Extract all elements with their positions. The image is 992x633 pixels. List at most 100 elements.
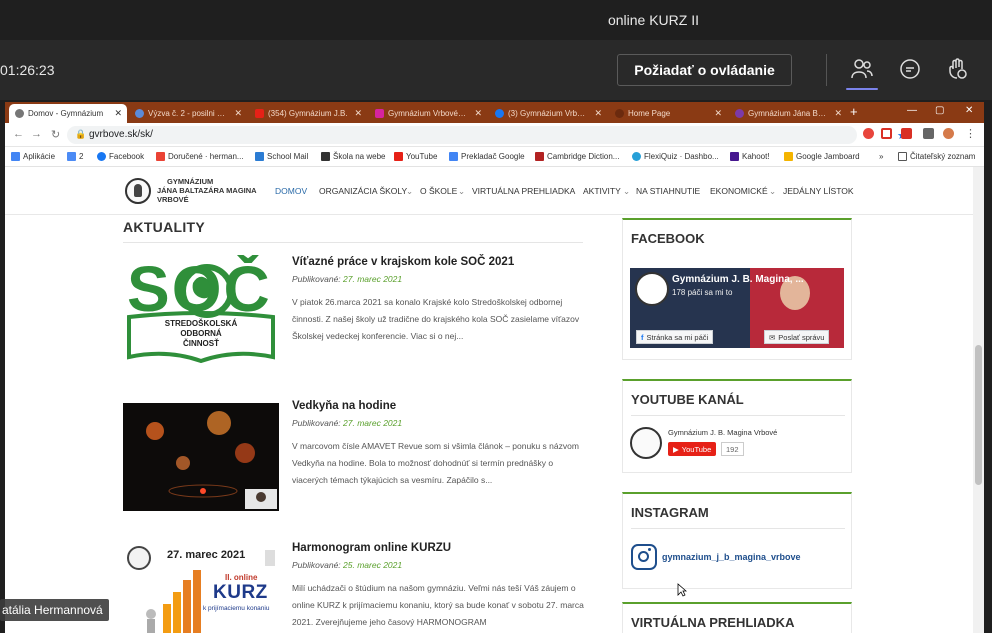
- post-title[interactable]: Víťazné práce v krajskom kole SOČ 2021: [292, 256, 514, 268]
- youtube-channel-name[interactable]: Gymnázium J. B. Magina Vrbové: [668, 428, 777, 437]
- puzzle-icon[interactable]: [923, 128, 934, 139]
- post-excerpt: Milí uchádzači o štúdium na našom gymnáz…: [292, 583, 584, 627]
- close-tab-icon[interactable]: ✕: [594, 108, 602, 119]
- post-title[interactable]: Harmonogram online KURZU: [292, 542, 451, 554]
- omnibox[interactable]: 🔒 gvrbove.sk/sk/ ★: [67, 126, 907, 144]
- post-excerpt: V marcovom čísle AMAVET Revue som si vši…: [292, 441, 579, 485]
- bookmark-icon: [67, 152, 76, 161]
- tab-2[interactable]: (354) Gymnázium J.B. ✕: [249, 104, 367, 123]
- fb-likes-count: 178 páči sa mi to: [672, 288, 733, 297]
- nav-jedalny-listok[interactable]: JEDÁLNY LÍSTOK: [783, 186, 854, 196]
- forward-icon[interactable]: →: [31, 128, 42, 140]
- bookmark-item[interactable]: Facebook: [97, 152, 144, 161]
- bookmark-item[interactable]: Škola na webe: [321, 152, 385, 161]
- translate-icon: [449, 152, 458, 161]
- bookmark-item[interactable]: 2: [67, 152, 83, 161]
- bookmark-item[interactable]: YouTube: [394, 152, 437, 161]
- bookmark-label: YouTube: [406, 152, 438, 161]
- avatar[interactable]: [943, 128, 954, 139]
- instagram-handle-link[interactable]: gymnazium_j_b_magina_vrbove: [662, 552, 801, 562]
- close-tab-icon[interactable]: ✕: [474, 108, 482, 119]
- published-label: Publikované:: [292, 274, 341, 284]
- close-window-icon[interactable]: ✕: [965, 105, 973, 116]
- bookmark-label: School Mail: [267, 152, 309, 161]
- school-logo-text[interactable]: GYMNÁZIUM JÁNA BALTAZÁRA MAGINA VRBOVÉ: [157, 177, 257, 204]
- meeting-timer: 01:26:23: [0, 62, 55, 78]
- close-tab-icon[interactable]: ✕: [714, 108, 722, 119]
- instagram-icon[interactable]: [631, 544, 657, 570]
- address-bar-row: ← → ↻ 🔒 gvrbove.sk/sk/ ★ ⋮: [5, 123, 984, 147]
- close-tab-icon[interactable]: ✕: [834, 108, 842, 119]
- nav-domov[interactable]: DOMOV: [275, 186, 307, 196]
- close-tab-icon[interactable]: ✕: [354, 108, 362, 119]
- school-logo-icon[interactable]: [125, 178, 151, 204]
- active-indicator: [846, 88, 878, 90]
- nav-aktivity[interactable]: AKTIVITY: [583, 186, 621, 196]
- instagram-widget: INSTAGRAM gymnazium_j_b_magina_vrbove: [622, 492, 852, 589]
- tab-6[interactable]: Gymnázium Jána Baltá ✕: [729, 104, 847, 123]
- post-title[interactable]: Vedkyňa na hodine: [292, 400, 396, 412]
- meeting-title: online KURZ II: [607, 12, 700, 28]
- tab-1[interactable]: Výzva č. 2 - posilni odb ✕: [129, 104, 247, 123]
- bookmark-item[interactable]: Cambridge Diction...: [535, 152, 619, 161]
- request-control-button[interactable]: Požiadať o ovládanie: [617, 54, 792, 86]
- bookmark-item[interactable]: Google Jamboard: [784, 152, 860, 161]
- tab-label: (354) Gymnázium J.B.: [268, 109, 348, 118]
- bookmark-item[interactable]: Kahoot!: [730, 152, 770, 161]
- reload-icon[interactable]: ↻: [51, 128, 60, 141]
- more-bookmarks-icon[interactable]: »: [879, 152, 883, 161]
- bookmark-item[interactable]: Prekladač Google: [449, 152, 525, 161]
- instagram-icon: [375, 109, 384, 118]
- messenger-icon: ✉: [769, 332, 776, 342]
- tab-label: Gymnázium Jána Baltá: [748, 109, 828, 118]
- bookmark-item[interactable]: FlexiQuiz · Dashbo...: [632, 152, 719, 161]
- channel-avatar[interactable]: [630, 427, 662, 459]
- globe-icon: [15, 109, 24, 118]
- tab-3[interactable]: Gymnázium Vrbové (G ✕: [369, 104, 487, 123]
- extension-icon[interactable]: [901, 128, 912, 139]
- youtube-subscribe-button[interactable]: ▶ YouTube: [668, 442, 717, 456]
- jamboard-icon: [784, 152, 793, 161]
- close-tab-icon[interactable]: ✕: [114, 108, 122, 119]
- tab-5[interactable]: Home Page ✕: [609, 104, 727, 123]
- bookmark-item[interactable]: School Mail: [255, 152, 308, 161]
- bookmark-item[interactable]: Doručené · herman...: [156, 152, 244, 161]
- facebook-icon: [97, 152, 106, 161]
- facebook-icon: f: [641, 332, 644, 342]
- raise-hand-icon[interactable]: [946, 57, 970, 81]
- nav-organizacia-skoly[interactable]: ORGANIZÁCIA ŠKOLY: [319, 186, 407, 196]
- post-thumbnail-soc[interactable]: SOČ STREDOŠKOLSKÁ ODBORNÁ ČINNOSŤ: [123, 255, 279, 363]
- extension-icon[interactable]: [881, 128, 892, 139]
- bookmark-label: Facebook: [109, 152, 145, 161]
- chat-icon[interactable]: [898, 57, 922, 81]
- tab-0[interactable]: Domov - Gymnázium ✕: [9, 104, 127, 123]
- extension-icon[interactable]: [863, 128, 874, 139]
- page-scrollbar[interactable]: [973, 167, 984, 633]
- back-icon[interactable]: ←: [13, 128, 24, 140]
- new-tab-button[interactable]: +: [850, 104, 858, 119]
- nav-virtualna-prehliadka[interactable]: VIRTUÁLNA PREHLIADKA: [472, 186, 575, 196]
- fb-message-button[interactable]: ✉ Poslať správu: [764, 330, 830, 344]
- fb-like-button[interactable]: f Stránka sa mi páči: [636, 330, 714, 344]
- people-icon[interactable]: [850, 57, 874, 81]
- widget-title: INSTAGRAM: [631, 505, 709, 520]
- divider: [631, 415, 845, 416]
- close-tab-icon[interactable]: ✕: [234, 108, 242, 119]
- menu-dots-icon[interactable]: ⋮: [965, 127, 976, 140]
- bookmark-item[interactable]: Aplikácie: [11, 152, 55, 161]
- tab-label: Domov - Gymnázium: [28, 109, 104, 118]
- reading-list[interactable]: Čitateľský zoznam: [898, 152, 975, 161]
- minimize-icon[interactable]: —: [907, 105, 917, 116]
- bookmark-label: Aplikácie: [23, 152, 56, 161]
- nav-na-stiahnutie[interactable]: NA STIAHNUTIE: [636, 186, 700, 196]
- facebook-widget: FACEBOOK Gymnázium J. B. Magina, ... 178…: [622, 218, 852, 360]
- maximize-icon[interactable]: ▢: [935, 105, 944, 116]
- post-thumbnail-vedkyna[interactable]: [123, 403, 279, 511]
- divider: [631, 528, 845, 529]
- facebook-page-preview[interactable]: Gymnázium J. B. Magina, ... 178 páči sa …: [630, 268, 844, 348]
- tab-4[interactable]: (3) Gymnázium Vrbové ✕: [489, 104, 607, 123]
- nav-ekonomicke[interactable]: EKONOMICKÉ: [710, 186, 768, 196]
- scrollbar-thumb[interactable]: [975, 345, 982, 485]
- nav-o-skole[interactable]: O ŠKOLE: [420, 186, 457, 196]
- post-thumbnail-kurz[interactable]: 27. marec 2021 II. online KURZ k prijíma…: [123, 544, 279, 633]
